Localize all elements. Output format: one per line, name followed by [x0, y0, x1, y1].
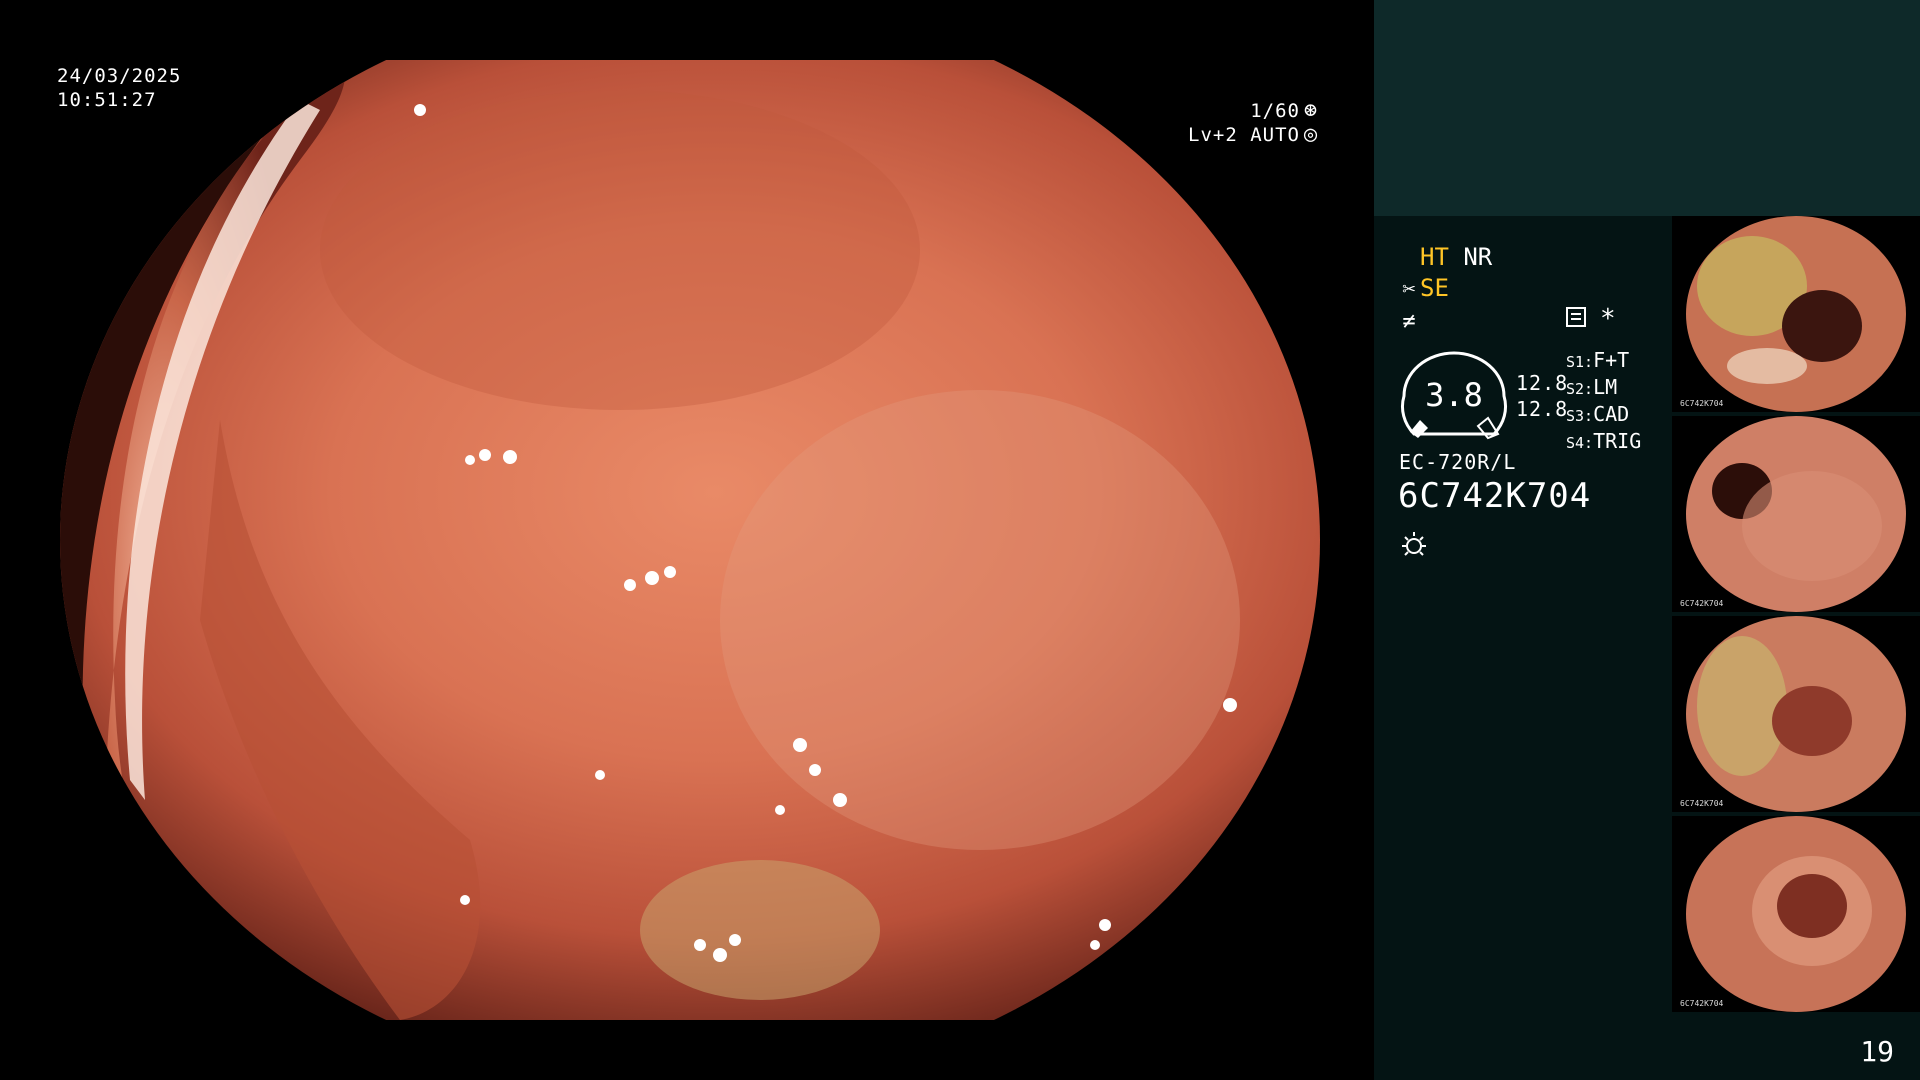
thumbnail-strip: 6C742K704 6C742K704 6C742K704 6C742K704: [1672, 216, 1920, 1016]
meter-value-a: 12.8: [1516, 371, 1569, 395]
exposure-overlay: 1/60 ⊛ Lv+2 AUTO ◎: [1188, 99, 1322, 147]
endoscopic-main-view: 24/03/2025 10:51:27 1/60 ⊛ Lv+2 AUTO ◎: [0, 0, 1374, 1080]
side-panel-header: [1374, 0, 1920, 216]
datetime-overlay: 24/03/2025 10:51:27: [57, 64, 181, 112]
setting-s4: S4:TRIG: [1566, 429, 1642, 453]
shutter-icon: ⊛: [1303, 98, 1319, 123]
settings-list: S1:F+T S2:LM S3:CAD S4:TRIG: [1566, 348, 1641, 456]
meter-values: 12.8 12.8: [1516, 370, 1568, 422]
level-text: Lv+2 AUTO: [1188, 124, 1300, 146]
mode-primary: HT: [1420, 243, 1449, 271]
thumbnail-4[interactable]: 6C742K704: [1672, 816, 1920, 1012]
status-lines: HT NR ✂ SE ≠: [1398, 242, 1492, 337]
light-icon: [1398, 528, 1430, 564]
meter-value: 3.8: [1425, 376, 1483, 414]
mode-icon: [1565, 306, 1587, 332]
brightness-meter: 3.8: [1398, 350, 1510, 446]
se-label: SE: [1420, 274, 1449, 302]
mode-secondary: NR: [1463, 243, 1493, 271]
setting-s2: S2:LM: [1566, 375, 1618, 399]
serial-number: 6C742K704: [1398, 476, 1592, 516]
time-text: 10:51:27: [57, 89, 157, 111]
side-panel: HT NR ✂ SE ≠ * 3.8 12.8 12.8 S1:F+T S2:LM…: [1374, 0, 1920, 1080]
thumbnail-3[interactable]: 6C742K704: [1672, 616, 1920, 812]
filter-icon: ≠: [1402, 309, 1416, 334]
scope-model: EC-720R/L: [1399, 450, 1517, 474]
endoscopic-image: [60, 60, 1320, 1020]
auto-icon: ◎: [1303, 122, 1319, 147]
setting-s3: S3:CAD: [1566, 402, 1630, 426]
page-number: 19: [1860, 1035, 1894, 1068]
scissors-icon: ✂: [1402, 277, 1416, 302]
setting-s1: S1:F+T: [1566, 348, 1630, 372]
thumbnail-1[interactable]: 6C742K704: [1672, 216, 1920, 412]
star-indicator: *: [1600, 304, 1616, 334]
meter-value-b: 12.8: [1516, 397, 1569, 421]
date-text: 24/03/2025: [57, 65, 182, 87]
shutter-text: 1/60: [1250, 100, 1300, 122]
thumbnail-2[interactable]: 6C742K704: [1672, 416, 1920, 612]
